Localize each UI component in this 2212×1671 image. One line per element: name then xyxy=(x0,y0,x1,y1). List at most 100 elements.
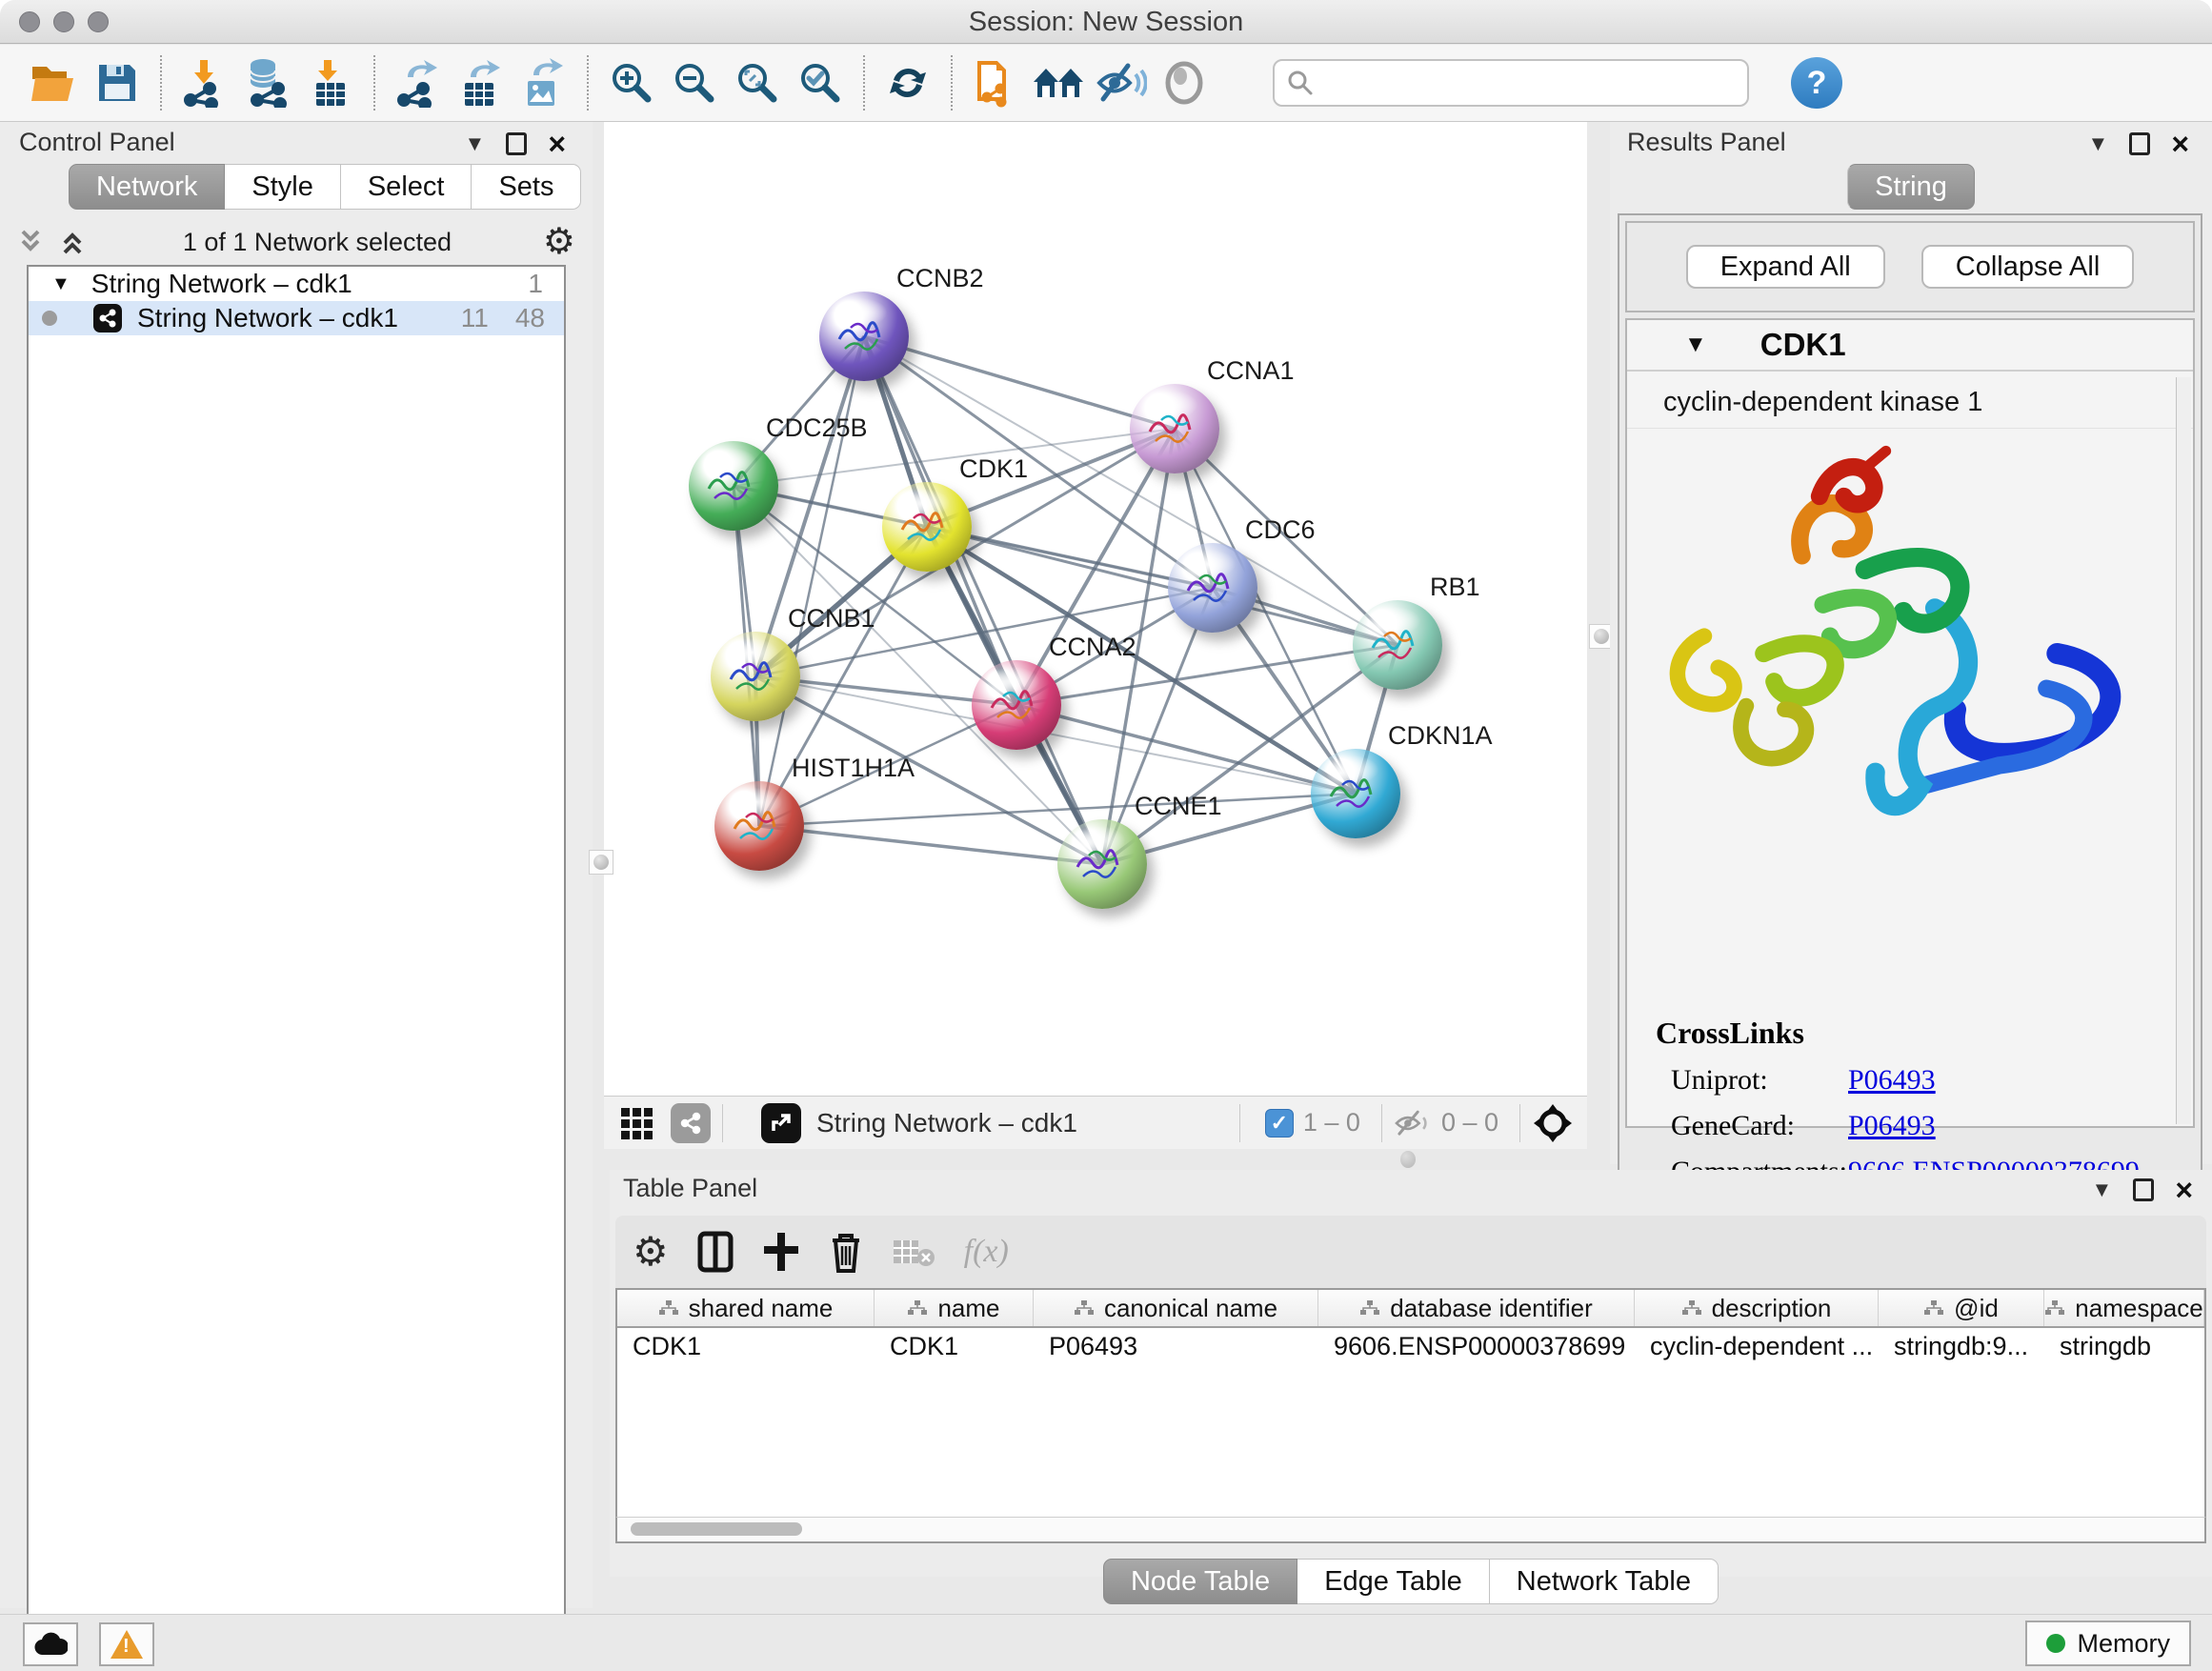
gear-icon[interactable]: ⚙ xyxy=(543,224,575,260)
node-rb1[interactable] xyxy=(1353,600,1442,690)
column-header-databaseidentifier[interactable]: database identifier xyxy=(1318,1290,1635,1326)
add-column-icon[interactable] xyxy=(762,1231,800,1273)
export-image-button[interactable] xyxy=(517,55,571,111)
edge-count: 48 xyxy=(515,303,545,333)
table-panel-close-icon[interactable]: × xyxy=(2175,1178,2193,1201)
network-canvas[interactable]: CCNB2 CCNA1 CDC25B CDK1 CDC6 RB1 CCNB1 C… xyxy=(604,122,1587,1096)
tab-select[interactable]: Select xyxy=(341,164,473,210)
network-row-selected[interactable]: String Network – cdk1 11 48 xyxy=(29,301,564,335)
results-panel-menu-icon[interactable]: ▼ xyxy=(2088,131,2109,156)
node-cdkn1a[interactable] xyxy=(1311,749,1400,838)
table-cell[interactable]: P06493 xyxy=(1034,1328,1318,1364)
show-graphics-details-button[interactable] xyxy=(1157,55,1211,111)
tab-network-table[interactable]: Network Table xyxy=(1490,1559,1719,1604)
table-cell[interactable]: stringdb xyxy=(2044,1328,2204,1364)
column-header-name[interactable]: name xyxy=(875,1290,1034,1326)
column-header-sharedname[interactable]: shared name xyxy=(617,1290,875,1326)
node-section-header[interactable]: ▼ CDK1 xyxy=(1627,320,2193,372)
export-network-button[interactable] xyxy=(392,55,445,111)
results-vscrollbar[interactable] xyxy=(2176,377,2191,1124)
grid-view-icon[interactable] xyxy=(619,1104,657,1142)
network-edge[interactable] xyxy=(759,826,1102,864)
zoom-selected-button[interactable] xyxy=(794,55,847,111)
table-panel-menu-icon[interactable]: ▼ xyxy=(2092,1178,2113,1202)
birds-eye-view-icon[interactable] xyxy=(1532,1102,1574,1144)
expand-all-button[interactable]: Expand All xyxy=(1686,245,1885,289)
network-edge[interactable] xyxy=(927,527,1398,645)
control-panel-float-icon[interactable] xyxy=(506,132,527,155)
node-cdc6[interactable] xyxy=(1168,543,1257,633)
column-header-canonicalname[interactable]: canonical name xyxy=(1034,1290,1318,1326)
control-panel-menu-icon[interactable]: ▼ xyxy=(465,131,486,156)
collapse-all-icon[interactable] xyxy=(17,228,50,256)
crosslink-link[interactable]: P06493 xyxy=(1848,1110,1936,1142)
network-collection-row[interactable]: ▼ String Network – cdk1 1 xyxy=(29,267,564,301)
table-panel-float-icon[interactable] xyxy=(2133,1178,2154,1201)
table-cell[interactable]: CDK1 xyxy=(875,1328,1034,1364)
table-cell[interactable]: 9606.ENSP00000378699 xyxy=(1318,1328,1635,1364)
import-network-from-database-button[interactable] xyxy=(241,55,294,111)
table-row[interactable]: CDK1CDK1P064939606.ENSP00000378699cyclin… xyxy=(617,1328,2204,1364)
node-ccnb1[interactable] xyxy=(711,632,800,721)
table-cell[interactable]: CDK1 xyxy=(617,1328,875,1364)
collapse-all-button[interactable]: Collapse All xyxy=(1921,245,2135,289)
open-in-new-window-icon[interactable] xyxy=(761,1103,801,1143)
string-import-button[interactable] xyxy=(969,55,1022,111)
node-ccne1[interactable] xyxy=(1057,819,1147,909)
node-ccna2[interactable] xyxy=(972,660,1061,750)
horizontal-splitter-handle[interactable] xyxy=(1400,1151,1416,1168)
node-hist1h1a[interactable] xyxy=(714,781,804,871)
search-input[interactable] xyxy=(1273,59,1749,107)
zoom-in-button[interactable] xyxy=(605,55,658,111)
export-table-button[interactable] xyxy=(454,55,508,111)
import-network-from-file-button[interactable] xyxy=(178,55,231,111)
help-button[interactable]: ? xyxy=(1791,57,1842,109)
network-edge[interactable] xyxy=(759,794,1356,826)
show-columns-icon[interactable] xyxy=(697,1231,734,1273)
zoom-fit-button[interactable] xyxy=(731,55,784,111)
table-cell[interactable]: cyclin-dependent ... xyxy=(1635,1328,1879,1364)
table-cell[interactable]: stringdb:9... xyxy=(1879,1328,2044,1364)
tab-style[interactable]: Style xyxy=(225,164,340,210)
open-session-button[interactable] xyxy=(28,55,81,111)
tab-edge-table[interactable]: Edge Table xyxy=(1297,1559,1490,1604)
section-collapse-icon[interactable]: ▼ xyxy=(1684,332,1707,358)
network-badge-icon[interactable] xyxy=(671,1103,711,1143)
column-header-description[interactable]: description xyxy=(1635,1290,1879,1326)
tab-string[interactable]: String xyxy=(1847,164,1975,210)
save-session-button[interactable] xyxy=(90,55,144,111)
cloud-status-button[interactable] xyxy=(23,1622,78,1666)
column-header-namespace[interactable]: namespace xyxy=(2044,1290,2204,1326)
home-pair-icon-button[interactable] xyxy=(1032,55,1085,111)
import-table-from-file-button[interactable] xyxy=(304,55,357,111)
table-settings-gear-icon[interactable]: ⚙ xyxy=(633,1234,669,1270)
column-header-id[interactable]: @id xyxy=(1879,1290,2044,1326)
tab-network[interactable]: Network xyxy=(69,164,225,210)
node-ccna1[interactable] xyxy=(1130,384,1219,473)
warnings-button[interactable]: ! xyxy=(99,1622,154,1666)
crosslink-link[interactable]: P06493 xyxy=(1848,1064,1936,1097)
network-edge[interactable] xyxy=(864,336,1175,429)
zoom-out-button[interactable] xyxy=(668,55,721,111)
tab-sets[interactable]: Sets xyxy=(472,164,581,210)
selected-checkbox-icon[interactable]: ✓ xyxy=(1265,1109,1294,1137)
results-panel-close-icon[interactable]: × xyxy=(2171,132,2189,155)
hide-graphics-details-button[interactable] xyxy=(1095,55,1148,111)
node-cdc25b[interactable] xyxy=(689,441,778,531)
results-panel-float-icon[interactable] xyxy=(2129,132,2150,155)
network-edge[interactable] xyxy=(927,527,1356,794)
network-edge[interactable] xyxy=(864,336,1102,864)
node-cdk1[interactable] xyxy=(882,482,972,572)
table-hscrollbar[interactable] xyxy=(615,1517,2206,1543)
left-splitter-handle[interactable] xyxy=(589,850,613,875)
node-ccnb2[interactable] xyxy=(819,292,909,381)
tab-node-table[interactable]: Node Table xyxy=(1103,1559,1297,1604)
memory-button[interactable]: Memory xyxy=(2025,1621,2191,1666)
apply-layout-refresh-button[interactable] xyxy=(881,55,935,111)
expand-all-icon[interactable] xyxy=(59,228,91,256)
tree-expand-icon[interactable]: ▼ xyxy=(51,273,70,295)
network-edge[interactable] xyxy=(759,336,864,826)
control-panel-close-icon[interactable]: × xyxy=(548,132,566,155)
table-hscroll-thumb[interactable] xyxy=(631,1522,802,1536)
delete-column-icon[interactable] xyxy=(829,1231,863,1273)
